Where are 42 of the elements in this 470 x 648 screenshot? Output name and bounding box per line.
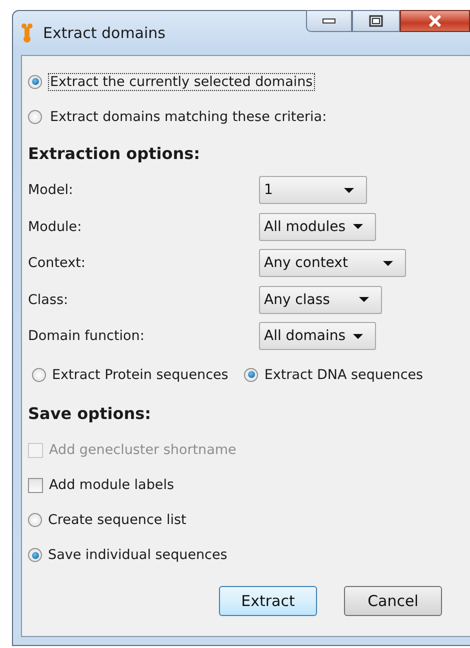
dialog-button[interactable]: Cancel: [344, 586, 442, 616]
window-title: Extract domains: [43, 24, 166, 42]
maximize-button[interactable]: [352, 10, 400, 32]
dropdown[interactable]: Any class: [259, 286, 382, 314]
checkbox[interactable]: [28, 478, 43, 492]
caret-icon: [344, 188, 354, 193]
section-heading: Extraction options:: [28, 142, 202, 164]
option-label: Extract the currently selected domains: [48, 72, 315, 90]
dialog-button[interactable]: Extract: [219, 586, 317, 616]
dropdown[interactable]: All modules: [259, 212, 376, 241]
caret-icon: [359, 297, 369, 302]
option-label: Create sequence list: [48, 512, 186, 528]
field-label: Domain function:: [28, 328, 146, 344]
radio-button[interactable]: [244, 368, 258, 382]
dropdown[interactable]: 1: [259, 176, 367, 204]
option-label: Extract domains matching these criteria:: [49, 108, 328, 126]
option-label: Add genecluster shortname: [49, 442, 236, 458]
option-label: Add module labels: [49, 477, 174, 493]
radio-button[interactable]: [28, 110, 42, 124]
caret-icon: [353, 224, 363, 230]
close-button[interactable]: [400, 10, 470, 32]
radio-button[interactable]: [28, 513, 42, 527]
maximize-icon: [369, 15, 383, 27]
caret-icon: [353, 334, 363, 339]
field-label: Module:: [28, 218, 83, 235]
app-icon: [21, 23, 33, 43]
dropdown[interactable]: Any context: [259, 249, 406, 278]
close-icon: [427, 14, 443, 28]
radio-button[interactable]: [32, 368, 46, 382]
option-label: Save individual sequences: [48, 547, 228, 563]
field-label: Class:: [28, 292, 70, 308]
option-label: Extract DNA sequences: [264, 366, 424, 382]
radio-button[interactable]: [28, 548, 42, 562]
field-label: Context:: [28, 255, 86, 272]
option-label: Extract Protein sequences: [52, 366, 228, 382]
field-label: Model:: [28, 182, 74, 198]
dropdown[interactable]: All domains: [259, 322, 376, 350]
section-heading: Save options:: [28, 403, 152, 425]
caret-icon: [383, 260, 393, 266]
radio-button[interactable]: [28, 74, 42, 88]
minimize-icon: [322, 18, 336, 24]
minimize-button[interactable]: [306, 10, 352, 32]
